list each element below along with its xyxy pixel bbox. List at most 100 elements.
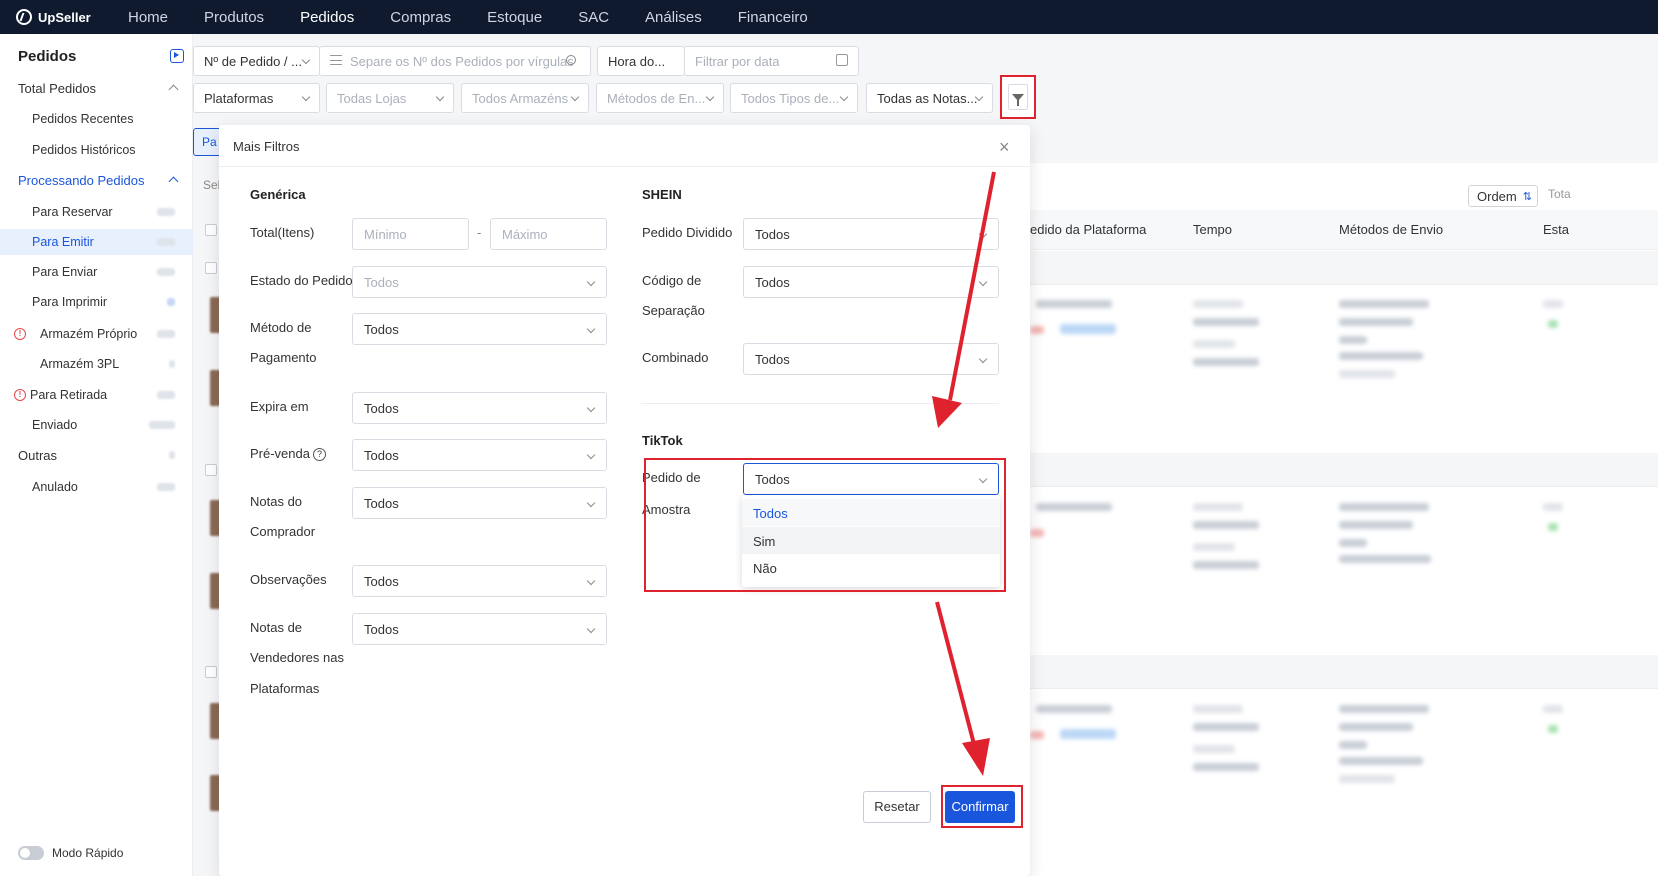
blurred-text	[1193, 745, 1235, 753]
filter-button-inner[interactable]	[1008, 84, 1028, 110]
blurred-badge	[1030, 326, 1044, 334]
notas-vendedores-select[interactable]: Todos	[352, 613, 607, 645]
chevron-down-icon	[586, 277, 596, 287]
sidebar-item-outras[interactable]: Outras	[0, 442, 193, 468]
nav-analises[interactable]: Análises	[645, 9, 702, 26]
expira-em-select[interactable]: Todos	[352, 392, 607, 424]
order-number-type-select[interactable]: Nº de Pedido / ...	[193, 46, 320, 76]
sidebar-item-armazem-proprio[interactable]: ! Armazém Próprio	[0, 321, 193, 347]
sidebar-item-pedidos-recentes[interactable]: Pedidos Recentes	[0, 106, 193, 132]
blurred-text	[1193, 503, 1243, 511]
chevron-down-icon	[586, 324, 596, 334]
count-badge	[157, 268, 175, 276]
nav-compras[interactable]: Compras	[390, 9, 451, 26]
section-title-tiktok: TikTok	[642, 433, 683, 448]
reset-button[interactable]: Resetar	[863, 791, 931, 823]
section-divider	[641, 403, 999, 404]
time-type-select[interactable]: Hora do...	[597, 46, 685, 76]
blurred-text	[1339, 775, 1395, 783]
estado-pedido-select[interactable]: Todos	[352, 266, 607, 298]
types-select[interactable]: Todos Tipos de...	[730, 83, 858, 113]
blurred-text	[1339, 300, 1429, 308]
warehouses-select[interactable]: Todos Armazéns	[461, 83, 589, 113]
warning-icon: !	[14, 389, 26, 401]
sidebar-item-processando[interactable]: Processando Pedidos	[0, 167, 193, 193]
estado-pedido-label: Estado do Pedido	[250, 273, 353, 288]
sidebar-item-para-emitir[interactable]: Para Emitir	[0, 229, 193, 255]
count-badge	[157, 330, 175, 338]
sidebar-item-total-pedidos[interactable]: Total Pedidos	[0, 75, 193, 101]
col-tempo: Tempo	[1193, 222, 1233, 237]
select-value: Todos	[364, 401, 399, 416]
pre-venda-select[interactable]: Todos	[352, 439, 607, 471]
blurred-text	[1193, 521, 1259, 529]
date-placeholder: Filtrar por data	[695, 53, 780, 69]
table-group-row	[1030, 453, 1658, 487]
combinado-label: Combinado	[642, 350, 709, 365]
select-value: Todos	[755, 227, 790, 242]
codigo-separacao-label-2: Separação	[642, 303, 705, 318]
pedido-dividido-select[interactable]: Todos	[743, 218, 999, 250]
pre-venda-text: Pré-venda	[250, 446, 310, 461]
modo-rapido-toggle[interactable]: Modo Rápido	[18, 846, 123, 860]
nav-pedidos[interactable]: Pedidos	[300, 9, 354, 26]
codigo-separacao-select[interactable]: Todos	[743, 266, 999, 298]
sidebar-item-para-imprimir[interactable]: Para Imprimir	[0, 289, 193, 315]
ordem-button[interactable]: Ordem ⇅	[1468, 185, 1538, 207]
order-number-search-input[interactable]: Separe os Nº dos Pedidos por vírgulas	[319, 46, 591, 76]
nav-financeiro[interactable]: Financeiro	[738, 9, 808, 26]
notas-comprador-select[interactable]: Todos	[352, 487, 607, 519]
nav-produtos[interactable]: Produtos	[204, 9, 264, 26]
row-checkbox[interactable]	[205, 666, 217, 678]
count-badge	[169, 360, 175, 368]
search-icon[interactable]	[566, 55, 576, 65]
close-icon[interactable]: ×	[999, 137, 1010, 158]
sidebar-item-enviado[interactable]: Enviado	[0, 412, 193, 438]
metodo-pagamento-select[interactable]: Todos	[352, 313, 607, 345]
blurred-text	[1543, 705, 1563, 713]
toggle-switch[interactable]	[18, 846, 44, 860]
header-checkbox[interactable]	[205, 224, 217, 236]
row-checkbox[interactable]	[205, 262, 217, 274]
sidebar-item-pedidos-historicos[interactable]: Pedidos Históricos	[0, 137, 193, 163]
upseller-logo[interactable]: UpSeller	[0, 9, 110, 25]
sidebar-item-label: Armazém 3PL	[40, 357, 120, 371]
sidebar-item-armazem-3pl[interactable]: Armazém 3PL	[0, 351, 193, 377]
total-partial: Tota	[1548, 187, 1571, 201]
nav-estoque[interactable]: Estoque	[487, 9, 542, 26]
sidebar-item-label: Armazém Próprio	[40, 327, 138, 341]
warning-icon: !	[14, 328, 26, 340]
help-icon[interactable]: ?	[312, 448, 326, 462]
sidebar-title: Pedidos	[18, 48, 77, 65]
blurred-text	[1339, 539, 1367, 547]
blurred-badge	[1030, 731, 1044, 739]
blurred-text	[1543, 300, 1563, 308]
shipping-methods-select[interactable]: Métodos de En...	[596, 83, 724, 113]
sidebar-item-para-reservar[interactable]: Para Reservar	[0, 199, 193, 225]
total-max-input[interactable]: Máximo	[490, 218, 607, 250]
nav-sac[interactable]: SAC	[578, 9, 609, 26]
more-filters-button[interactable]	[1000, 75, 1036, 119]
sidebar-item-para-retirada[interactable]: ! Para Retirada	[0, 382, 193, 408]
total-min-input[interactable]: Mínimo	[352, 218, 469, 250]
nav-home[interactable]: Home	[128, 9, 168, 26]
blurred-badge	[1030, 529, 1044, 537]
blurred-text	[1036, 300, 1112, 308]
chevron-down-icon	[978, 229, 988, 239]
section-title-generica: Genérica	[250, 187, 306, 202]
row-checkbox[interactable]	[205, 464, 217, 476]
observacoes-select[interactable]: Todos	[352, 565, 607, 597]
platforms-select[interactable]: Plataformas	[193, 83, 320, 113]
collapse-sidebar-icon[interactable]	[170, 49, 184, 63]
select-value: Todos Armazéns	[472, 90, 569, 106]
date-filter-input[interactable]: Filtrar por data	[684, 46, 859, 76]
search-placeholder: Separe os Nº dos Pedidos por vírgulas	[350, 53, 574, 69]
notes-select[interactable]: Todas as Notas...	[866, 83, 993, 113]
sidebar-item-para-enviar[interactable]: Para Enviar	[0, 259, 193, 285]
combinado-select[interactable]: Todos	[743, 343, 999, 375]
sidebar-item-label: Para Reservar	[32, 205, 113, 219]
sidebar-item-anulado[interactable]: Anulado	[0, 474, 193, 500]
stores-select[interactable]: Todas Lojas	[326, 83, 454, 113]
blurred-text	[1339, 336, 1367, 344]
chevron-up-icon	[168, 176, 179, 187]
